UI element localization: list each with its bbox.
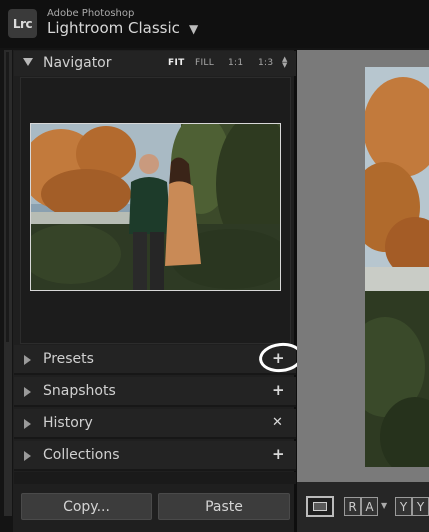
zoom-1-3[interactable]: 1:3: [258, 58, 273, 68]
copy-settings-button[interactable]: Copy...: [21, 493, 152, 520]
compare-view-left-icon[interactable]: R: [344, 497, 361, 516]
expand-triangle-icon[interactable]: [24, 419, 31, 429]
main-photo-image: [365, 67, 429, 467]
panel-end-strip: [14, 472, 296, 484]
add-snapshot-plus-icon[interactable]: +: [272, 381, 285, 399]
survey-view-left-icon[interactable]: Y: [395, 497, 412, 516]
navigator-thumbnail[interactable]: [30, 123, 281, 291]
lightroom-logo: Lrc: [8, 9, 37, 38]
collections-section-header[interactable]: Collections +: [14, 441, 296, 471]
zoom-fill[interactable]: FILL: [195, 58, 214, 68]
snapshots-label: Snapshots: [43, 383, 116, 399]
survey-view-right-icon[interactable]: Y: [412, 497, 429, 516]
vendor-label: Adobe Photoshop: [47, 8, 135, 19]
expand-triangle-icon[interactable]: [24, 387, 31, 397]
app-menu-chevron-icon[interactable]: ▼: [189, 22, 198, 36]
history-label: History: [43, 415, 93, 431]
compare-view-right-icon[interactable]: A: [361, 497, 378, 516]
expand-triangle-icon[interactable]: [24, 355, 31, 365]
collapse-triangle-icon[interactable]: [23, 58, 33, 66]
zoom-fit[interactable]: FIT: [168, 58, 185, 68]
snapshots-section-header[interactable]: Snapshots +: [14, 377, 296, 407]
loupe-photo[interactable]: [365, 67, 429, 467]
couple-photo-thumbnail: [31, 124, 280, 290]
compare-dropdown-chevron-icon[interactable]: ▼: [381, 501, 387, 510]
loupe-view-icon[interactable]: [306, 496, 334, 517]
collections-label: Collections: [43, 447, 120, 463]
panel-scroll-track[interactable]: [6, 52, 9, 342]
navigator-title[interactable]: Navigator: [43, 55, 112, 71]
history-section-header[interactable]: History ✕: [14, 409, 296, 439]
expand-triangle-icon[interactable]: [24, 451, 31, 461]
presets-label: Presets: [43, 351, 94, 367]
zoom-1-1[interactable]: 1:1: [228, 58, 243, 68]
presets-section-header[interactable]: Presets +: [14, 345, 296, 375]
clear-history-icon[interactable]: ✕: [272, 415, 283, 430]
paste-settings-button[interactable]: Paste: [158, 493, 290, 520]
zoom-ratio-stepper-icon[interactable]: ▲ ▼: [282, 56, 287, 69]
app-name[interactable]: Lightroom Classic: [47, 19, 180, 37]
add-collection-plus-icon[interactable]: +: [272, 445, 285, 463]
